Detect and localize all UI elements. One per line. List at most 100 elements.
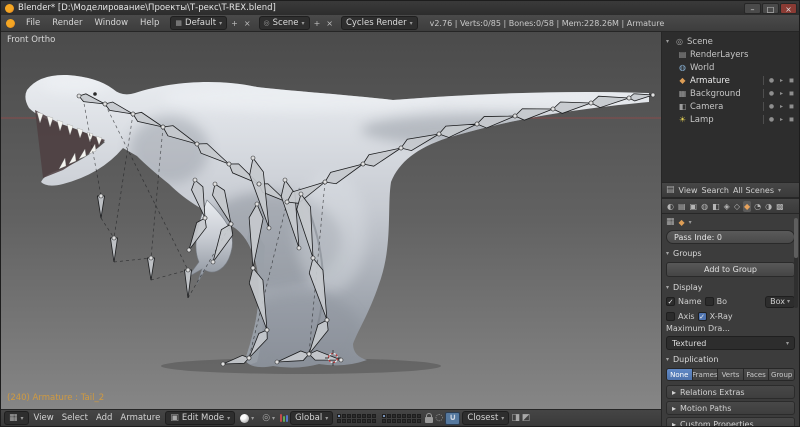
- mode-selector[interactable]: ▣ Edit Mode ▾: [165, 411, 235, 425]
- pin-icon[interactable]: ▦: [666, 217, 675, 227]
- relations-extras-panel[interactable]: ▸ Relations Extras: [666, 385, 795, 399]
- editor-type-button[interactable]: ▦ ▾: [4, 411, 29, 425]
- menu-view[interactable]: View: [31, 412, 57, 424]
- render-toggle-icon[interactable]: ◼: [788, 77, 795, 84]
- menu-armature[interactable]: Armature: [117, 412, 163, 424]
- layout-add-button[interactable]: +: [229, 19, 240, 28]
- dup-frames-button[interactable]: Frames: [693, 369, 719, 380]
- select-arrow-icon[interactable]: ▸: [778, 103, 785, 110]
- proportional-edit-icon[interactable]: ◌: [435, 413, 443, 423]
- eye-icon[interactable]: ●: [768, 103, 775, 110]
- pivot-selector[interactable]: ◎ ▾: [259, 412, 278, 424]
- outliner-row-armature[interactable]: ◆ Armature | ● ▸ ◼: [664, 74, 797, 87]
- pass-index-slider[interactable]: Pass Inde: 0: [666, 230, 795, 244]
- manipulator-icon[interactable]: [280, 414, 288, 422]
- snap-magnet-icon[interactable]: ∪: [445, 412, 460, 425]
- tab-object-data-icon[interactable]: ◆: [743, 201, 751, 212]
- dup-faces-button[interactable]: Faces: [744, 369, 770, 380]
- chevron-down-icon: ▾: [410, 20, 413, 27]
- render-opengl-anim-icon[interactable]: ◩: [522, 413, 531, 423]
- bounds-checkbox[interactable]: [705, 297, 714, 306]
- tab-bone-icon[interactable]: ◔: [753, 201, 762, 212]
- orientation-selector[interactable]: Global ▾: [290, 411, 333, 425]
- outliner-row-camera[interactable]: ◧ Camera | ● ▸ ◼: [664, 100, 797, 113]
- maximize-button[interactable]: □: [762, 3, 779, 14]
- bone-layers-grid[interactable]: [337, 414, 376, 423]
- dup-none-button[interactable]: None: [667, 369, 693, 380]
- active-object-label: (240) Armature : Tail_2: [7, 393, 104, 403]
- lock-icon[interactable]: [425, 417, 433, 423]
- outliner-row-world[interactable]: ◍ World: [664, 61, 797, 74]
- outliner-row-background[interactable]: ▦ Background | ● ▸ ◼: [664, 87, 797, 100]
- scene-selector[interactable]: ◎ Scene ▾: [259, 16, 310, 30]
- select-arrow-icon[interactable]: ▸: [778, 77, 785, 84]
- groups-panel-header[interactable]: ▾ Groups: [666, 247, 795, 260]
- duplication-panel-header[interactable]: ▾ Duplication: [666, 353, 795, 366]
- bone-layers-grid-2[interactable]: [382, 414, 421, 423]
- render-toggle-icon[interactable]: ◼: [788, 90, 795, 97]
- add-to-group-button[interactable]: Add to Group: [666, 262, 795, 277]
- custom-properties-panel[interactable]: ▸ Custom Properties: [666, 417, 795, 426]
- panel-open-icon: ▾: [666, 250, 669, 257]
- shading-selector[interactable]: ▾: [237, 413, 257, 424]
- bounds-type-selector[interactable]: Box ▾: [765, 296, 795, 308]
- eye-icon[interactable]: ●: [768, 77, 775, 84]
- menu-render[interactable]: Render: [47, 17, 87, 29]
- snap-target-selector[interactable]: Closest ▾: [462, 411, 509, 425]
- scene-add-button[interactable]: +: [312, 19, 323, 28]
- pivot-icon: ◎: [262, 413, 270, 423]
- menu-help[interactable]: Help: [135, 17, 164, 29]
- render-toggle-icon[interactable]: ◼: [788, 103, 795, 110]
- render-toggle-icon[interactable]: ◼: [788, 116, 795, 123]
- eye-icon[interactable]: ●: [768, 116, 775, 123]
- view-name-label: Front Ortho: [7, 35, 55, 45]
- tab-render-layers-icon[interactable]: ▤: [677, 201, 687, 212]
- tab-modifiers-icon[interactable]: ◇: [733, 201, 741, 212]
- editor-type-icon: ▦: [9, 413, 18, 423]
- display-panel-header[interactable]: ▾ Display: [666, 281, 795, 294]
- outliner-editor-icon[interactable]: ▤: [666, 185, 675, 195]
- scene-close-button[interactable]: ×: [324, 19, 335, 28]
- outliner-menu-view[interactable]: View: [679, 186, 698, 195]
- tab-scene-icon[interactable]: ▣: [689, 201, 699, 212]
- properties-scrollbar[interactable]: [794, 218, 798, 308]
- select-arrow-icon[interactable]: ▸: [778, 116, 785, 123]
- menu-select[interactable]: Select: [59, 412, 91, 424]
- properties-breadcrumb: ▦ ◆ ▾: [666, 216, 795, 228]
- tab-world-icon[interactable]: ◍: [700, 201, 709, 212]
- dup-group-button[interactable]: Group: [769, 369, 794, 380]
- minimize-button[interactable]: –: [744, 3, 761, 14]
- menu-file[interactable]: File: [21, 17, 45, 29]
- tab-render-icon[interactable]: ◐: [666, 201, 675, 212]
- blender-menu-icon[interactable]: [6, 19, 15, 28]
- dup-verts-button[interactable]: Verts: [718, 369, 744, 380]
- outliner-row-scene[interactable]: ▾ ◎ Scene: [664, 35, 797, 48]
- stats-readout: v2.76 | Verts:0/85 | Bones:0/58 | Mem:22…: [430, 19, 665, 28]
- close-button[interactable]: ×: [780, 3, 797, 14]
- tab-material-icon[interactable]: ◑: [764, 201, 773, 212]
- xray-label: X-Ray: [710, 312, 733, 321]
- tab-object-icon[interactable]: ◧: [711, 201, 721, 212]
- engine-selector[interactable]: Cycles Render ▾: [341, 16, 418, 30]
- name-checkbox[interactable]: ✓: [666, 297, 675, 306]
- outliner-menu-search[interactable]: Search: [702, 186, 729, 195]
- motion-paths-panel[interactable]: ▸ Motion Paths: [666, 401, 795, 415]
- outliner-row-renderlayers[interactable]: ▤ RenderLayers: [664, 48, 797, 61]
- eye-icon[interactable]: ●: [768, 90, 775, 97]
- layout-close-button[interactable]: ×: [242, 19, 253, 28]
- layout-selector[interactable]: ▦ Default ▾: [170, 16, 227, 30]
- viewport-3d[interactable]: Front Ortho (240) Armature : Tail_2: [1, 32, 661, 409]
- max-draw-type-selector[interactable]: Textured ▾: [666, 336, 795, 350]
- render-opengl-icon[interactable]: ◨: [511, 413, 520, 423]
- menu-add[interactable]: Add: [93, 412, 115, 424]
- outliner-display-filter[interactable]: All Scenes: [733, 186, 774, 195]
- xray-checkbox[interactable]: ✓: [698, 312, 707, 321]
- menu-window[interactable]: Window: [90, 17, 134, 29]
- outliner-row-lamp[interactable]: ☀ Lamp | ● ▸ ◼: [664, 113, 797, 126]
- outliner: ▾ ◎ Scene ▤ RenderLayers ◍ World ◆ Armat…: [662, 32, 799, 182]
- tab-constraints-icon[interactable]: ◈: [723, 201, 731, 212]
- axis-checkbox[interactable]: [666, 312, 675, 321]
- disclosure-icon[interactable]: ▾: [666, 38, 672, 45]
- tab-texture-icon[interactable]: ▩: [775, 201, 785, 212]
- select-arrow-icon[interactable]: ▸: [778, 90, 785, 97]
